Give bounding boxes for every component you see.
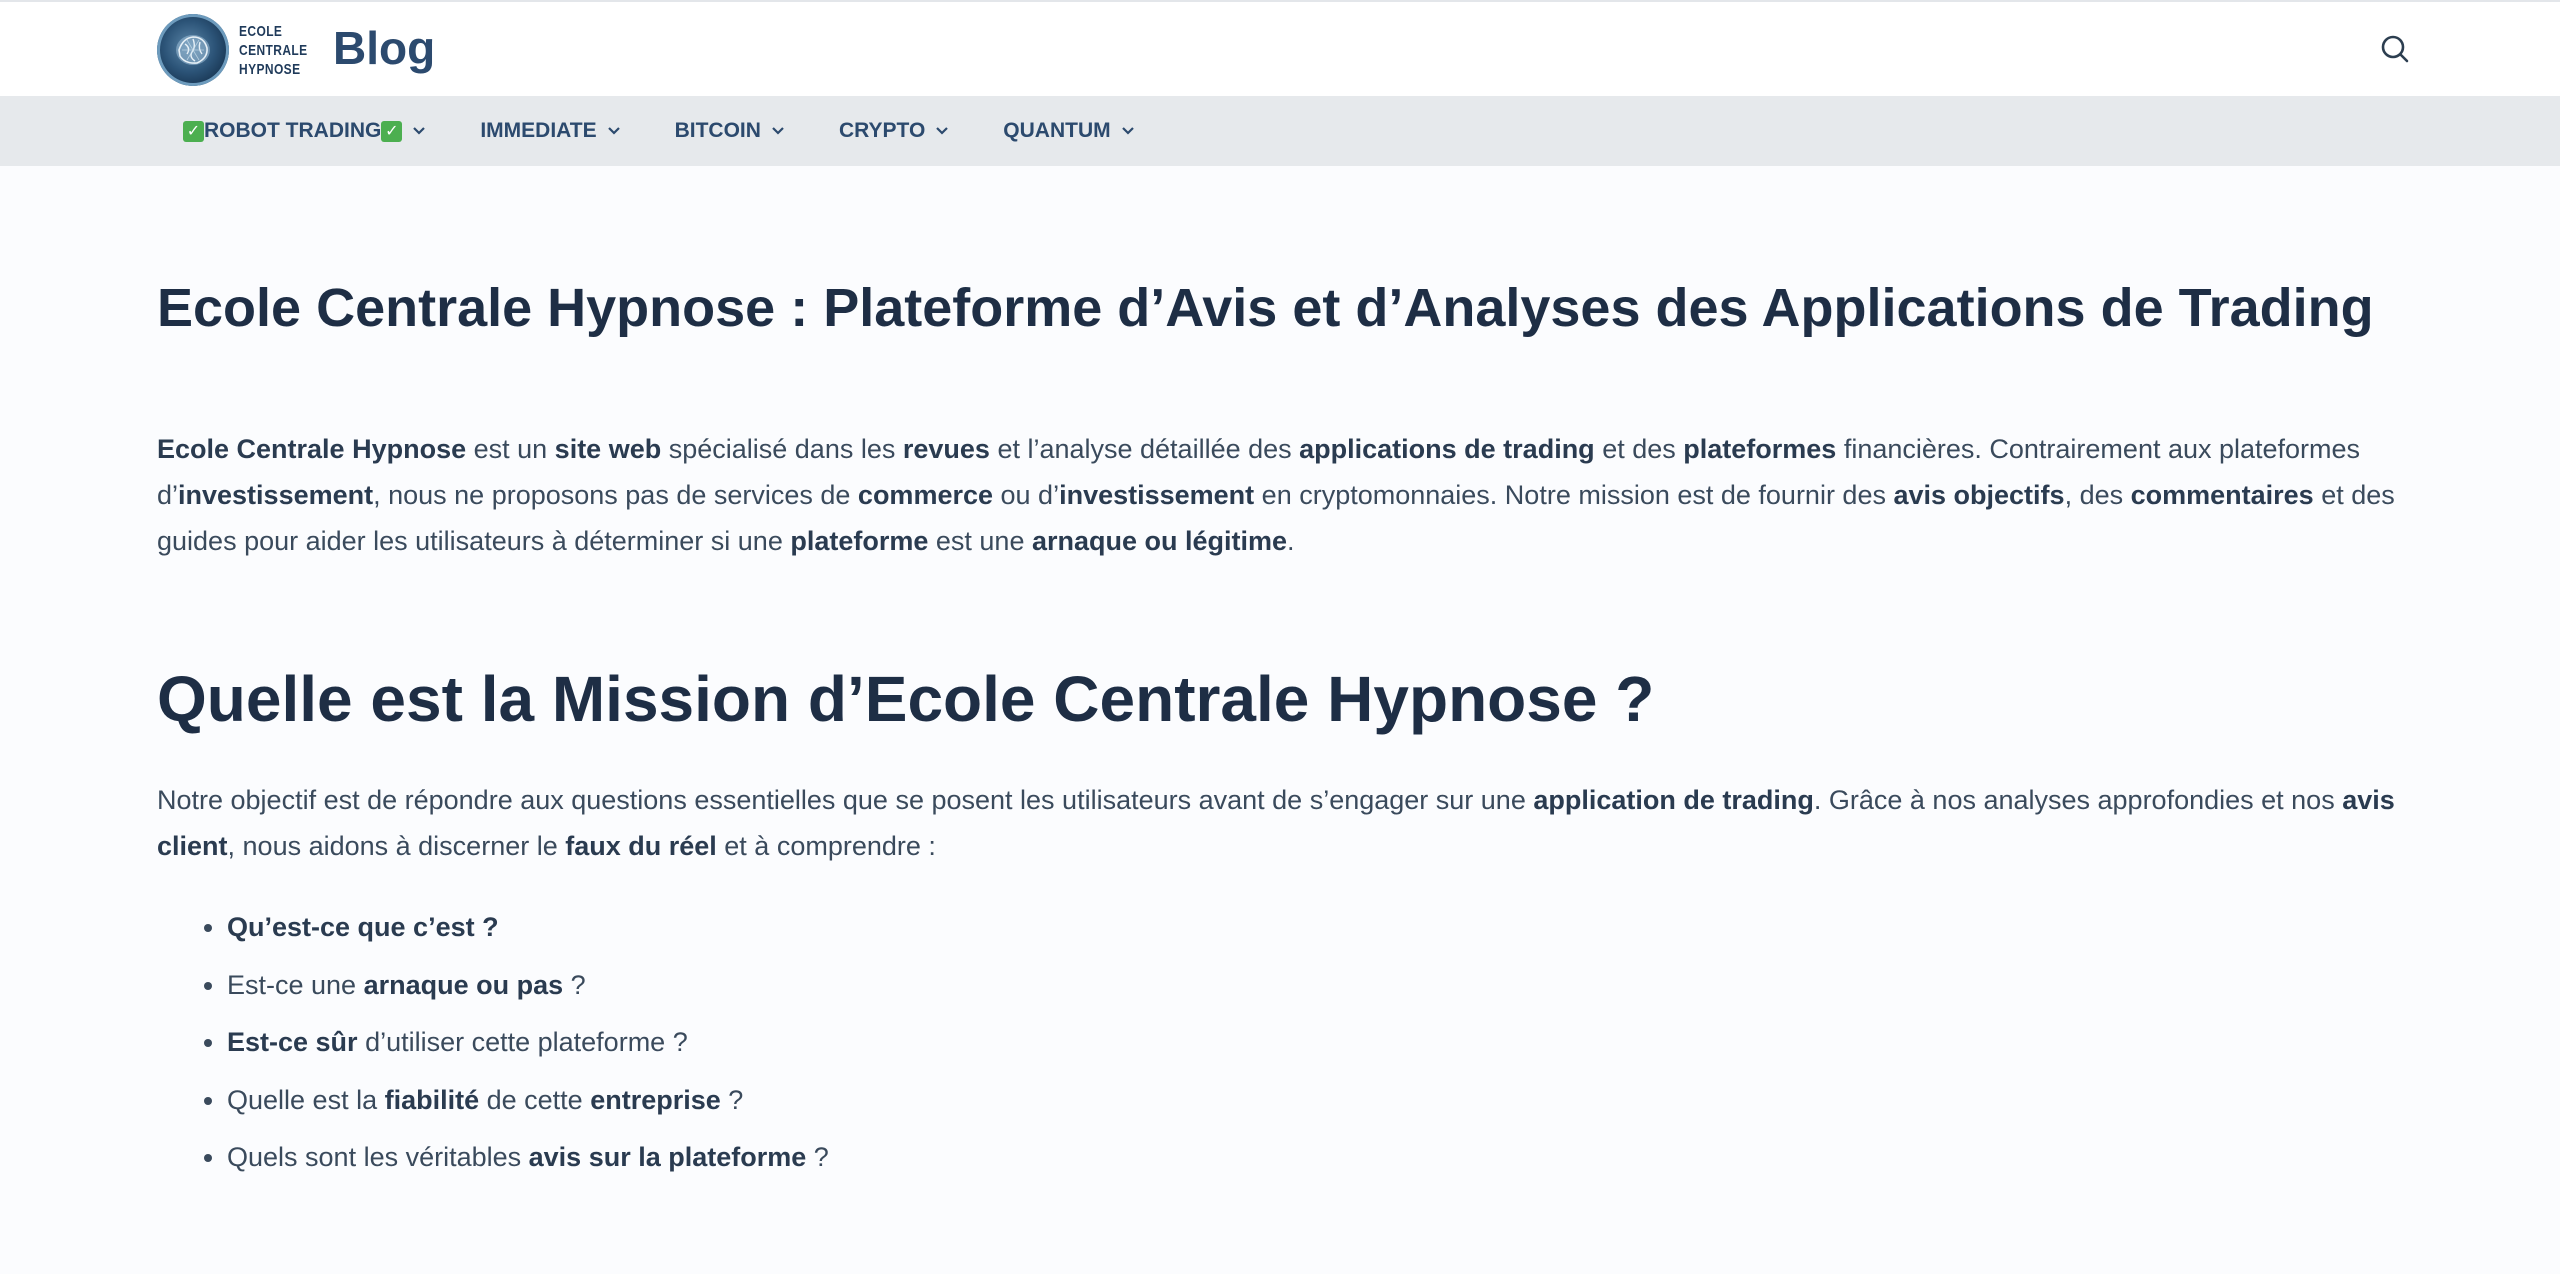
nav-item-robot-trading[interactable]: ✓ ROBOT TRADING ✓ [183, 119, 426, 143]
list-item: Qu’est-ce que c’est ? [227, 899, 2397, 957]
bold-text: application de trading [1533, 785, 1814, 815]
page-title: Ecole Centrale Hypnose : Plateforme d’Av… [157, 278, 2374, 338]
logo-wordmark: ECOLE CENTRALE HYPNOSE [239, 22, 308, 79]
search-icon [2381, 35, 2409, 63]
check-mark-icon: ✓ [381, 120, 403, 142]
chevron-down-icon [771, 126, 785, 136]
list-item: Est-ce une arnaque ou pas ? [227, 957, 2397, 1015]
text: ? [720, 1084, 744, 1115]
logo-line: ECOLE [239, 22, 283, 40]
nav-item-label: ROBOT TRADING [204, 119, 382, 142]
nav-item-label: BITCOIN [674, 119, 761, 142]
site-logo[interactable]: ECOLE CENTRALE HYPNOSE [157, 14, 325, 86]
text: Notre objectif est de répondre aux quest… [157, 785, 1534, 815]
text: et des [1594, 434, 1684, 464]
text: Quelle est la [227, 1084, 385, 1115]
search-button[interactable] [2378, 32, 2412, 66]
text: . Grâce à nos analyses approfondies et n… [1813, 785, 2343, 815]
logo-line: HYPNOSE [239, 60, 301, 78]
bold-text: Qu’est-ce que c’est ? [227, 912, 499, 942]
bold-text: commentaires [2130, 480, 2314, 510]
list-item: Quelle est la fiabilité de cette entrepr… [227, 1072, 2397, 1130]
text: Quels sont les véritables [227, 1142, 529, 1172]
text: ? [806, 1142, 829, 1172]
bold-text: entreprise [590, 1084, 721, 1115]
bold-text: revues [902, 434, 990, 464]
bold-text: investissement [1059, 480, 1255, 510]
intro-paragraph: Ecole Centrale Hypnose est un site web s… [157, 426, 2397, 564]
bold-text: plateformes [1683, 434, 1837, 464]
blog-title[interactable]: Blog [333, 16, 435, 80]
text: . [1287, 526, 1295, 556]
check-mark-icon: ✓ [183, 120, 204, 142]
text: ? [563, 969, 586, 1000]
bold-text: plateforme [790, 526, 929, 556]
bold-text: site web [554, 434, 662, 464]
chevron-down-icon [935, 126, 949, 136]
bold-text: Ecole Centrale Hypnose [157, 434, 467, 464]
list-item: Est-ce sûr d’utiliser cette plateforme ? [227, 1014, 2397, 1072]
nav-item-label: IMMEDIATE [480, 119, 597, 142]
bold-text: commerce [857, 480, 994, 510]
bold-text: avis objectifs [1893, 480, 2065, 510]
nav-item-immediate[interactable]: IMMEDIATE [480, 119, 620, 143]
list-item: Quels sont les véritables avis sur la pl… [227, 1129, 2397, 1187]
text: , nous aidons à discerner le [227, 831, 566, 861]
text: et l’analyse détaillée des [989, 434, 1300, 464]
bold-text: avis sur la plateforme [528, 1142, 807, 1172]
text: , nous ne proposons pas de services de [373, 480, 858, 510]
text: ou d’ [993, 480, 1060, 510]
chevron-down-icon [1121, 126, 1135, 136]
text: en cryptomonnaies. Notre mission est de … [1254, 480, 1894, 510]
text: de cette [479, 1084, 591, 1115]
site-header: ECOLE CENTRALE HYPNOSE Blog [0, 0, 2560, 96]
bold-text: arnaque ou légitime [1031, 526, 1288, 556]
text: et à comprendre : [716, 831, 936, 861]
chevron-down-icon [607, 126, 621, 136]
text: d’utiliser cette plateforme ? [357, 1027, 688, 1057]
text: Est-ce une [227, 969, 364, 1000]
bold-text: faux du réel [565, 831, 717, 861]
chevron-down-icon [412, 126, 426, 136]
article-content: Ecole Centrale Hypnose : Plateforme d’Av… [157, 166, 2397, 1187]
text: spécialisé dans les [661, 434, 903, 464]
bold-text: arnaque ou pas [363, 969, 564, 1000]
bold-text: applications de trading [1299, 434, 1595, 464]
mission-paragraph: Notre objectif est de répondre aux quest… [157, 777, 2397, 869]
brain-logo-icon [157, 14, 229, 86]
text: , des [2064, 480, 2131, 510]
bold-text: fiabilité [384, 1084, 480, 1115]
logo-line: CENTRALE [239, 41, 308, 59]
section-title: Quelle est la Mission d’Ecole Centrale H… [157, 663, 1655, 735]
nav-item-quantum[interactable]: QUANTUM [1003, 119, 1134, 143]
main-navigation: ✓ ROBOT TRADING ✓ IMMEDIATE BITCOIN CRYP… [0, 96, 2560, 166]
bold-text: Est-ce sûr [227, 1027, 358, 1057]
nav-item-bitcoin[interactable]: BITCOIN [675, 119, 785, 143]
nav-item-label: CRYPTO [838, 119, 926, 142]
nav-item-label: QUANTUM [1003, 119, 1111, 142]
nav-item-crypto[interactable]: CRYPTO [839, 119, 949, 143]
bold-text: investissement [178, 480, 374, 510]
text: est un [466, 434, 555, 464]
questions-list: Qu’est-ce que c’est ? Est-ce une arnaque… [157, 899, 2397, 1187]
text: est une [928, 526, 1032, 556]
